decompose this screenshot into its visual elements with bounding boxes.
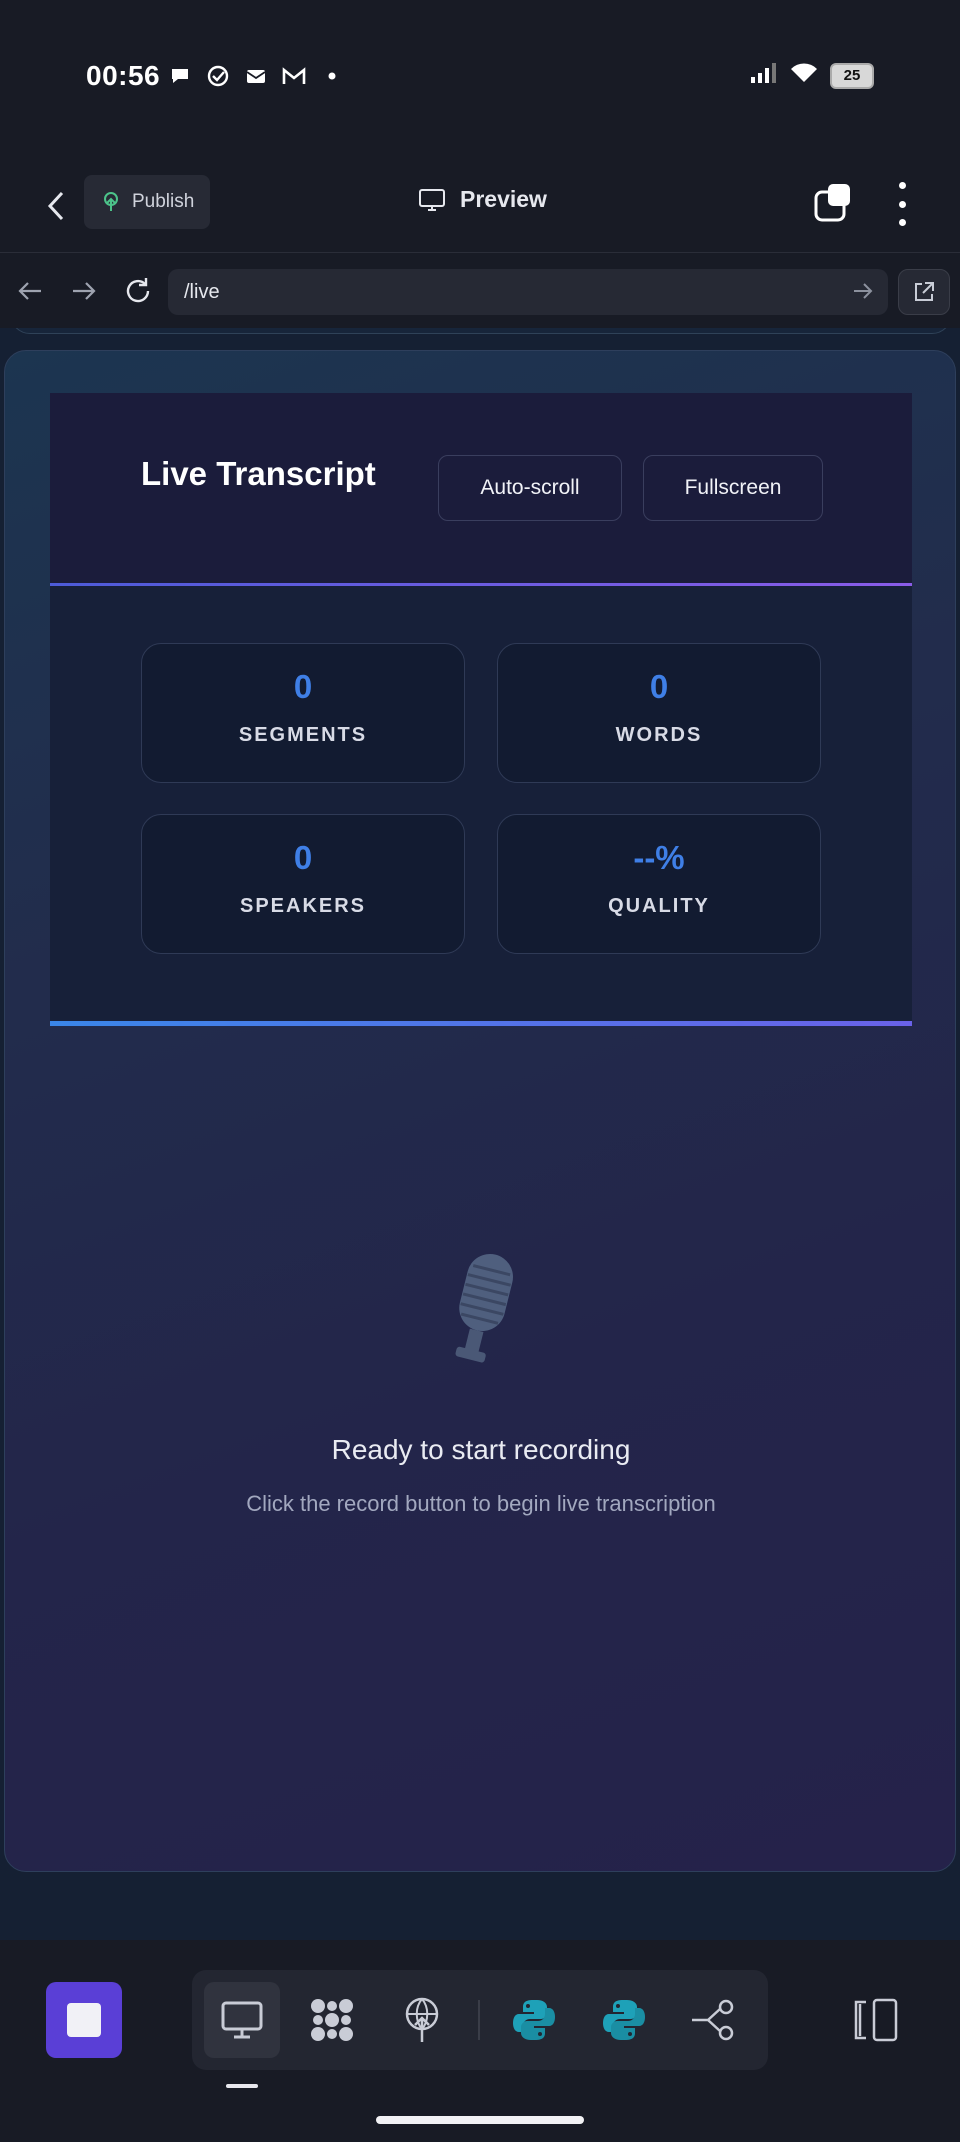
fullscreen-button[interactable]: Fullscreen bbox=[643, 455, 823, 521]
arrow-left-icon bbox=[18, 282, 41, 300]
browser-bar: /live bbox=[0, 252, 960, 329]
more-dot bbox=[898, 182, 906, 189]
system-icons: 25 bbox=[750, 62, 874, 89]
empty-state-title: Ready to start recording bbox=[331, 1434, 631, 1465]
publish-label: Publish bbox=[132, 191, 195, 212]
tabs-button[interactable] bbox=[812, 182, 856, 226]
deploy-icon[interactable] bbox=[384, 1982, 460, 2058]
stat-value: --% bbox=[633, 839, 685, 876]
stat-value: 0 bbox=[649, 668, 669, 705]
more-dot bbox=[898, 219, 906, 226]
wifi-icon bbox=[790, 62, 818, 89]
transcript-header: Live Transcript Auto-scroll Fullscreen bbox=[50, 393, 912, 583]
reload-icon bbox=[126, 278, 150, 303]
share-icon[interactable] bbox=[676, 1982, 752, 2058]
stat-label: SPEAKERS bbox=[239, 895, 367, 917]
side-panel-icon bbox=[854, 1998, 898, 2042]
battery-icon: 25 bbox=[830, 62, 874, 89]
desktop-icon[interactable] bbox=[204, 1982, 280, 2058]
stat-quality: --% QUALITY bbox=[497, 814, 821, 954]
more-dot bbox=[898, 200, 906, 208]
page-viewport: Live Transcript Auto-scroll Fullscreen 0… bbox=[0, 328, 960, 1940]
url-input[interactable]: /live bbox=[168, 269, 888, 315]
app-bar: Publish Preview bbox=[0, 160, 960, 252]
transcript-panel: Live Transcript Auto-scroll Fullscreen 0… bbox=[50, 393, 912, 1026]
publish-icon bbox=[104, 192, 118, 211]
transcript-card: Live Transcript Auto-scroll Fullscreen 0… bbox=[4, 350, 956, 1872]
python-icon[interactable] bbox=[586, 1982, 662, 2058]
tool-divider bbox=[478, 2000, 480, 2040]
python-icon[interactable] bbox=[496, 1982, 572, 2058]
stat-speakers: 0 SPEAKERS bbox=[141, 814, 465, 954]
microphone-icon bbox=[437, 1249, 527, 1379]
signal-icon bbox=[750, 62, 778, 89]
dot-icon bbox=[320, 64, 344, 88]
url-go-icon[interactable] bbox=[852, 280, 874, 308]
nav-forward-button[interactable] bbox=[68, 275, 100, 307]
chevron-left-icon bbox=[47, 191, 64, 221]
reload-button[interactable] bbox=[122, 275, 154, 307]
status-bar: 00:56 25 bbox=[0, 0, 960, 150]
home-indicator bbox=[376, 2116, 584, 2124]
stop-icon bbox=[67, 2003, 101, 2037]
autoscroll-button[interactable]: Auto-scroll bbox=[438, 455, 622, 521]
bottom-toolbar bbox=[0, 1940, 960, 2142]
stop-button[interactable] bbox=[46, 1982, 122, 2058]
page-title: Live Transcript bbox=[141, 455, 376, 492]
check-circle-icon bbox=[206, 64, 230, 88]
nav-back-button[interactable] bbox=[14, 275, 46, 307]
tabs-icon bbox=[814, 184, 850, 222]
stat-label: QUALITY bbox=[608, 895, 710, 917]
stat-label: SEGMENTS bbox=[238, 724, 368, 746]
external-link-icon bbox=[915, 282, 934, 301]
stats-divider bbox=[50, 1021, 912, 1026]
previous-card-edge bbox=[10, 328, 952, 334]
tool-group bbox=[192, 1970, 768, 2070]
stat-value: 0 bbox=[293, 839, 313, 876]
side-panel-button[interactable] bbox=[852, 1994, 900, 2046]
stat-segments: 0 SEGMENTS bbox=[141, 643, 465, 783]
publish-button[interactable]: Publish bbox=[84, 175, 210, 229]
preview-label: Preview bbox=[460, 186, 547, 212]
stats-grid: 0 SEGMENTS 0 WORDS 0 SPEAKERS --% QUALIT… bbox=[50, 586, 912, 1021]
empty-state-hint: Click the record button to begin live tr… bbox=[246, 1491, 716, 1516]
back-button[interactable] bbox=[38, 184, 74, 228]
stat-value: 0 bbox=[293, 668, 313, 705]
chat-bubble-icon bbox=[168, 64, 192, 88]
notification-icons bbox=[168, 64, 344, 88]
open-external-button[interactable] bbox=[898, 269, 950, 315]
stat-words: 0 WORDS bbox=[497, 643, 821, 783]
monitor-icon bbox=[419, 188, 445, 211]
more-options-button[interactable] bbox=[888, 182, 916, 226]
stat-label: WORDS bbox=[615, 724, 703, 746]
gmail-icon bbox=[282, 64, 306, 88]
mail-icon bbox=[244, 64, 268, 88]
arrow-right-icon bbox=[73, 282, 96, 300]
grid-icon[interactable] bbox=[294, 1982, 370, 2058]
url-text: /live bbox=[184, 280, 220, 303]
status-time: 00:56 bbox=[86, 60, 161, 91]
active-tool-indicator bbox=[226, 2084, 258, 2088]
preview-title: Preview bbox=[418, 186, 547, 213]
